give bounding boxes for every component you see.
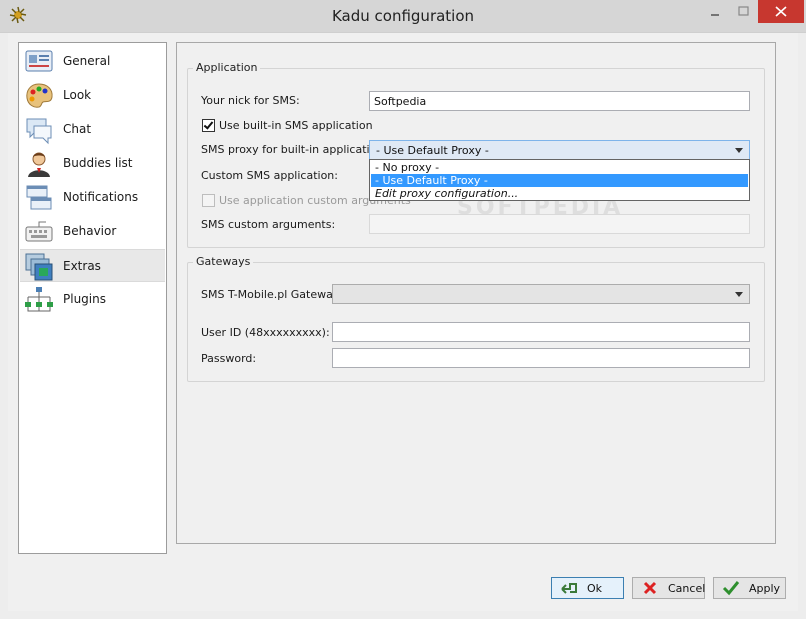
cancel-x-icon	[643, 581, 657, 595]
buddy-person-icon	[28, 152, 50, 177]
proxy-select[interactable]: - Use Default Proxy -	[369, 140, 750, 160]
custom-args-input[interactable]	[369, 214, 750, 234]
group-title: Application	[193, 61, 261, 74]
sidebar-item-notifications[interactable]: Notifications	[20, 181, 165, 214]
nick-label: Your nick for SMS:	[201, 94, 300, 107]
ok-button[interactable]: Ok	[551, 577, 624, 599]
id-card-icon	[25, 50, 53, 72]
proxy-label: SMS proxy for built-in application:	[201, 143, 388, 156]
sidebar-item-label: Extras	[63, 259, 101, 273]
proxy-option-default[interactable]: - Use Default Proxy -	[371, 174, 748, 187]
sidebar-item-label: Look	[63, 88, 92, 102]
minimize-button[interactable]	[701, 0, 729, 23]
sidebar-item-label: Behavior	[63, 224, 117, 238]
password-input[interactable]	[332, 348, 750, 368]
ok-label: Ok	[587, 582, 603, 595]
extras-windows-icon	[25, 253, 53, 281]
dialog-client: General Look Chat Buddies list Notificat…	[8, 33, 798, 611]
sidebar-item-label: Plugins	[63, 292, 106, 306]
plugins-tree-icon	[25, 287, 53, 312]
minimize-icon	[711, 14, 719, 16]
proxy-selected-value: - Use Default Proxy -	[376, 144, 489, 157]
custom-app-label: Custom SMS application:	[201, 169, 338, 182]
extras-settings-panel: Application Your nick for SMS: Use built…	[176, 42, 776, 544]
close-icon	[775, 6, 787, 17]
proxy-option-no-proxy[interactable]: - No proxy -	[371, 161, 748, 174]
apply-check-icon	[722, 581, 740, 596]
userid-label: User ID (48xxxxxxxxx):	[201, 326, 330, 339]
palette-icon	[26, 83, 53, 108]
sidebar-item-general[interactable]: General	[20, 45, 165, 78]
chevron-down-icon	[735, 148, 743, 153]
kadu-config-window: Kadu configuration General Look Chat Bud…	[0, 0, 806, 619]
sidebar-item-label: Chat	[63, 122, 92, 136]
gateway-select[interactable]	[332, 284, 750, 304]
apply-button[interactable]: Apply	[713, 577, 786, 599]
title-bar[interactable]: Kadu configuration	[0, 0, 806, 33]
group-title: Gateways	[193, 255, 254, 268]
cancel-label: Cancel	[668, 582, 706, 595]
maximize-icon	[738, 6, 749, 16]
checkmark-icon	[203, 119, 214, 130]
custom-args-checkbox[interactable]	[202, 194, 215, 207]
sidebar-item-chat[interactable]: Chat	[20, 113, 165, 146]
custom-args-label: SMS custom arguments:	[201, 218, 336, 231]
sidebar-item-extras[interactable]: Extras	[20, 249, 165, 282]
close-button[interactable]	[758, 0, 804, 23]
ok-arrow-icon	[561, 583, 577, 594]
sidebar-item-look[interactable]: Look	[20, 79, 165, 112]
builtin-sms-checkbox[interactable]	[202, 119, 215, 132]
sidebar-item-plugins[interactable]: Plugins	[20, 283, 165, 316]
userid-input[interactable]	[332, 322, 750, 342]
notifications-window-icon	[26, 185, 52, 210]
chevron-down-icon	[735, 292, 743, 297]
window-title: Kadu configuration	[331, 7, 475, 25]
chat-bubble-icon	[26, 118, 52, 145]
sidebar-item-label: Buddies list	[63, 156, 133, 170]
cancel-button[interactable]: Cancel	[632, 577, 705, 599]
sidebar-item-label: General	[63, 54, 111, 68]
sidebar-item-label: Notifications	[63, 190, 139, 204]
nick-input[interactable]	[369, 91, 750, 111]
apply-label: Apply	[749, 582, 781, 595]
sidebar-item-buddies-list[interactable]: Buddies list	[20, 147, 165, 180]
gateway-label: SMS T-Mobile.pl Gateway:	[201, 288, 343, 301]
maximize-button[interactable]	[730, 0, 757, 23]
keyboard-icon	[25, 221, 53, 242]
builtin-sms-label: Use built-in SMS application	[219, 119, 373, 132]
category-sidebar: General Look Chat Buddies list Notificat…	[18, 42, 167, 554]
password-label: Password:	[201, 352, 257, 365]
sidebar-item-behavior[interactable]: Behavior	[20, 215, 165, 248]
proxy-dropdown-list: - No proxy - - Use Default Proxy - Edit …	[369, 159, 750, 201]
proxy-option-edit[interactable]: Edit proxy configuration...	[371, 187, 748, 200]
